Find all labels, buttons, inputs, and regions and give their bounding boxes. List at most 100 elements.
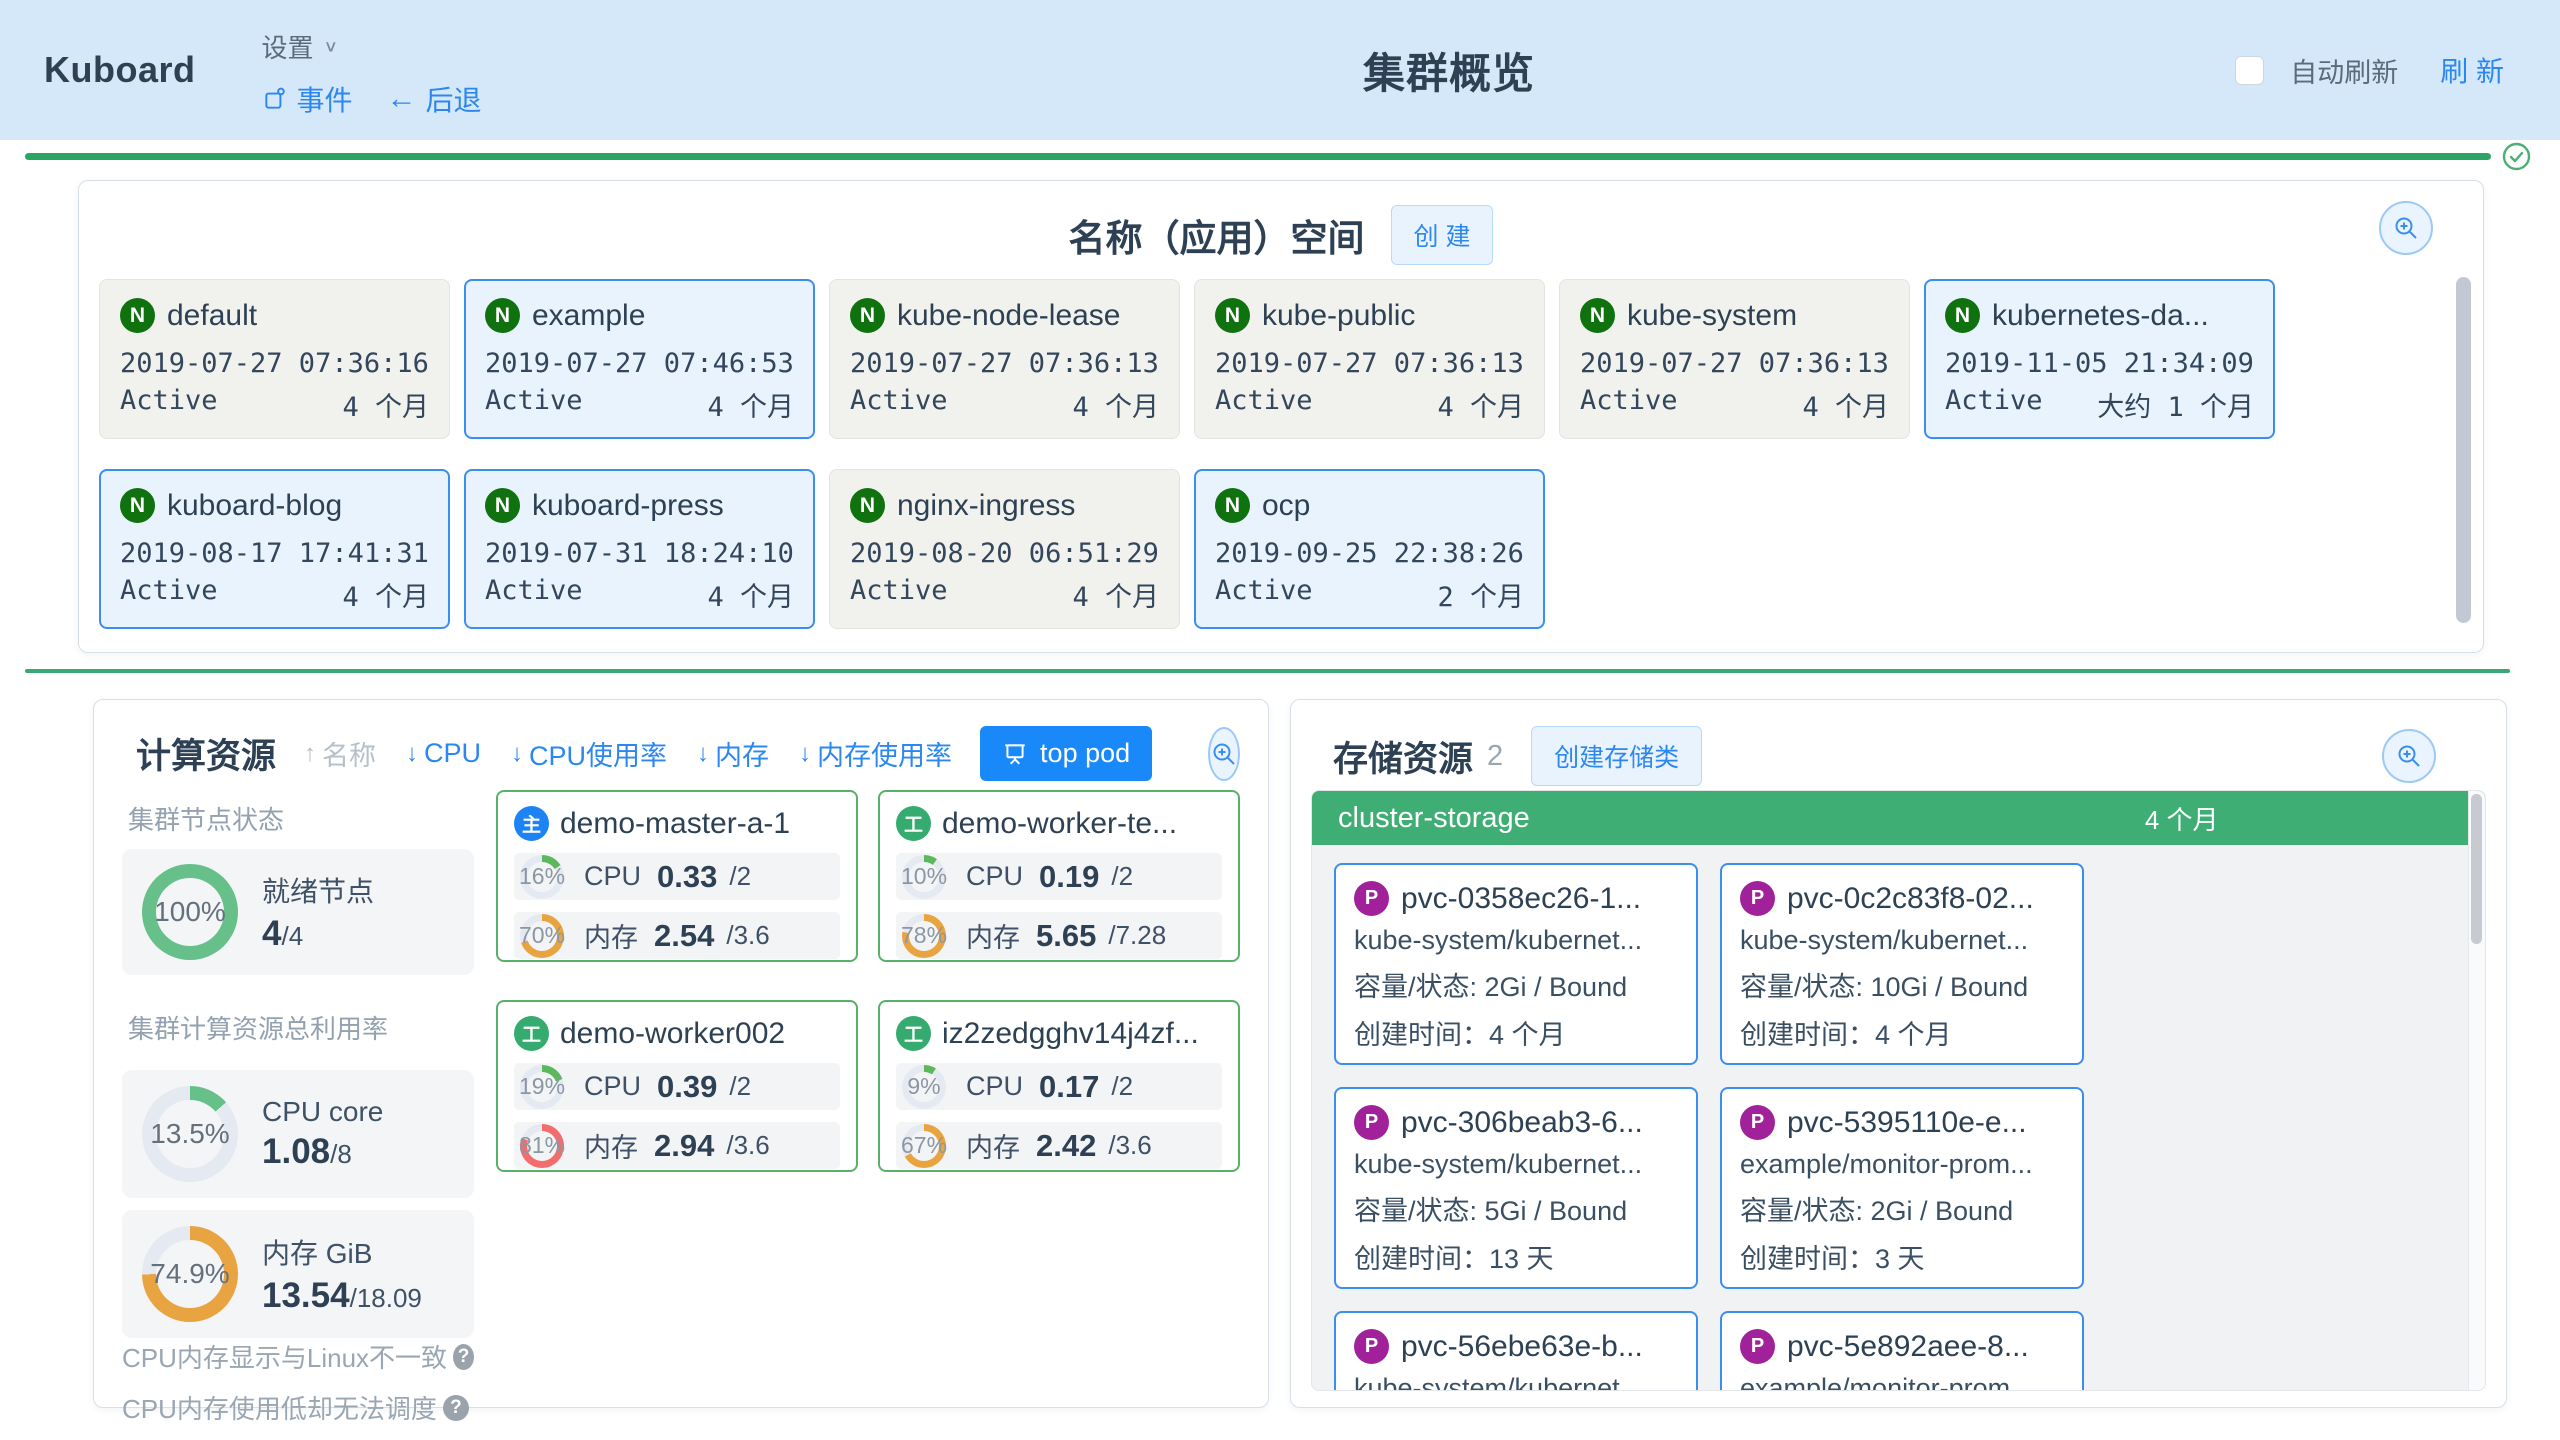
namespace-age: 4 个月 [342,575,429,614]
namespace-card[interactable]: N kube-public 2019-07-27 07:36:13 Active… [1194,279,1545,439]
node-card[interactable]: 工 iz2zedgghv14j4zf... 9% CPU 0.17 /2 67%… [878,1000,1240,1172]
compute-panel: 计算资源 ↑ 名称 ↓ CPU ↓ CPU使用率 ↓ 内存 ↓ 内存使用率 to… [93,699,1269,1408]
namespace-card[interactable]: N kuboard-blog 2019-08-17 17:41:31 Activ… [99,469,450,629]
namespace-created: 2019-07-27 07:36:13 [1580,348,1889,379]
sort-option[interactable]: ↓ 内存使用率 [799,734,952,773]
namespace-card[interactable]: N nginx-ingress 2019-08-20 06:51:29 Acti… [829,469,1180,629]
storage-scrollbar[interactable] [2471,794,2482,944]
namespace-name: default [167,299,257,333]
ready-nodes-value: 4/4 [262,914,374,954]
storage-zoom-button[interactable] [2382,729,2436,783]
back-arrow-icon: ← [387,82,417,116]
namespace-card[interactable]: N kube-node-lease 2019-07-27 07:36:13 Ac… [829,279,1180,439]
divider-green-top [25,153,2491,160]
namespace-created: 2019-09-25 22:38:26 [1215,538,1524,569]
pvc-card[interactable]: P pvc-56ebe63e-b... kube-system/kubernet… [1334,1311,1698,1391]
namespace-age: 4 个月 [342,385,429,424]
namespace-name: kuboard-blog [167,489,342,523]
node-memory-row: 81% 内存 2.94 /3.6 [514,1122,840,1169]
node-card[interactable]: 工 demo-worker-te... 10% CPU 0.19 /2 78% … [878,790,1240,962]
namespace-status: Active [1580,385,1678,424]
node-status-percent: 100% [142,864,238,960]
pvc-namespace: kube-system/kubernet... [1354,1149,1678,1180]
sort-option[interactable]: ↓ 内存 [697,734,769,773]
namespace-card[interactable]: N example 2019-07-27 07:46:53 Active 4 个… [464,279,815,439]
namespace-card[interactable]: N ocp 2019-09-25 22:38:26 Active 2 个月 [1194,469,1545,629]
node-name: demo-worker-te... [942,807,1177,841]
back-link[interactable]: ← 后退 [387,79,482,119]
top-pod-button[interactable]: top pod [980,726,1152,781]
node-role-icon: 工 [896,806,931,841]
namespaces-scrollbar[interactable] [2456,277,2471,623]
node-cpu-row: 19% CPU 0.39 /2 [514,1063,840,1110]
namespace-icon: N [1945,298,1980,333]
compute-title: 计算资源 [136,728,276,779]
top-pod-icon [1002,741,1028,767]
namespace-card[interactable]: N kubernetes-da... 2019-11-05 21:34:09 A… [1924,279,2275,439]
cpu-donut: 9% [902,1065,946,1109]
cpu-donut: 16% [520,855,564,899]
namespace-name: kuboard-press [532,489,724,523]
sort-option[interactable]: ↓ CPU使用率 [511,734,667,773]
pvc-icon: P [1354,1329,1389,1364]
header-nav: 设置 ∨ 事件 ← 后退 [262,22,482,119]
namespace-age: 2 个月 [1437,575,1524,614]
pvc-created: 创建时间：4 个月 [1740,1013,2064,1052]
namespace-status: Active [1945,385,2043,424]
pvc-card[interactable]: P pvc-306beab3-6... kube-system/kubernet… [1334,1087,1698,1289]
memory-donut: 78% [902,914,946,958]
node-name: iz2zedgghv14j4zf... [942,1017,1199,1051]
gauge-donut: 13.5% [142,1086,238,1182]
namespace-status: Active [850,385,948,424]
pvc-card[interactable]: P pvc-0358ec26-1... kube-system/kubernet… [1334,863,1698,1065]
namespace-status: Active [485,575,583,614]
namespaces-title: 名称（应用）空间 [1069,208,1365,262]
namespace-status: Active [120,575,218,614]
node-role-icon: 工 [896,1016,931,1051]
node-card[interactable]: 主 demo-master-a-1 16% CPU 0.33 /2 70% 内存… [496,790,858,962]
namespace-card[interactable]: N kuboard-press 2019-07-31 18:24:10 Acti… [464,469,815,629]
page-title: 集群概览 [1363,40,1535,101]
namespace-status: Active [485,385,583,424]
pvc-card[interactable]: P pvc-5e892aee-8... example/monitor-prom… [1720,1311,2084,1391]
help-icon: ? [443,1395,469,1421]
namespaces-zoom-button[interactable] [2379,201,2433,255]
auto-refresh-checkbox[interactable] [2235,56,2264,85]
settings-menu[interactable]: 设置 ∨ [262,28,482,65]
pvc-created: 创建时间：3 天 [1740,1237,2064,1276]
cpu-donut: 10% [902,855,946,899]
sort-option[interactable]: ↑ 名称 [304,734,376,773]
pvc-namespace: kube-system/kubernet... [1740,925,2064,956]
pvc-card[interactable]: P pvc-5395110e-e... example/monitor-prom… [1720,1087,2084,1289]
node-card[interactable]: 工 demo-worker002 19% CPU 0.39 /2 81% 内存 … [496,1000,858,1172]
node-grid: 主 demo-master-a-1 16% CPU 0.33 /2 70% 内存… [496,790,1240,1391]
footnote-link[interactable]: CPU内存显示与Linux不一致 ? [122,1338,474,1375]
namespace-status: Active [1215,385,1313,424]
footnote-link[interactable]: CPU内存使用低却无法调度 ? [122,1389,474,1426]
sort-arrow-icon: ↓ [799,740,811,768]
memory-donut: 67% [902,1124,946,1168]
namespace-icon: N [120,488,155,523]
node-name: demo-master-a-1 [560,807,790,841]
compute-zoom-button[interactable] [1208,727,1240,781]
pvc-icon: P [1354,1105,1389,1140]
pvc-created: 创建时间：13 天 [1354,1237,1678,1276]
memory-donut: 70% [520,914,564,958]
create-storageclass-button[interactable]: 创建存储类 [1531,726,1702,786]
storage-class-header[interactable]: cluster-storage 4 个月 [1312,791,2485,845]
node-cpu-row: 16% CPU 0.33 /2 [514,853,840,900]
node-name: demo-worker002 [560,1017,785,1051]
create-namespace-button[interactable]: 创 建 [1391,205,1494,265]
refresh-button[interactable]: 刷 新 [2440,50,2504,90]
events-link[interactable]: 事件 [262,79,353,119]
namespace-name: kubernetes-da... [1992,299,2209,333]
compute-footnotes: CPU内存显示与Linux不一致 ? CPU内存使用低却无法调度 ? [122,1338,474,1426]
back-label: 后退 [426,79,482,119]
namespace-icon: N [1215,488,1250,523]
namespace-card[interactable]: N kube-system 2019-07-27 07:36:13 Active… [1559,279,1910,439]
namespace-name: kube-node-lease [897,299,1121,333]
namespace-age: 4 个月 [707,385,794,424]
pvc-card[interactable]: P pvc-0c2c83f8-02... kube-system/kuberne… [1720,863,2084,1065]
sort-option[interactable]: ↓ CPU [406,738,481,769]
namespace-card[interactable]: N default 2019-07-27 07:36:16 Active 4 个… [99,279,450,439]
